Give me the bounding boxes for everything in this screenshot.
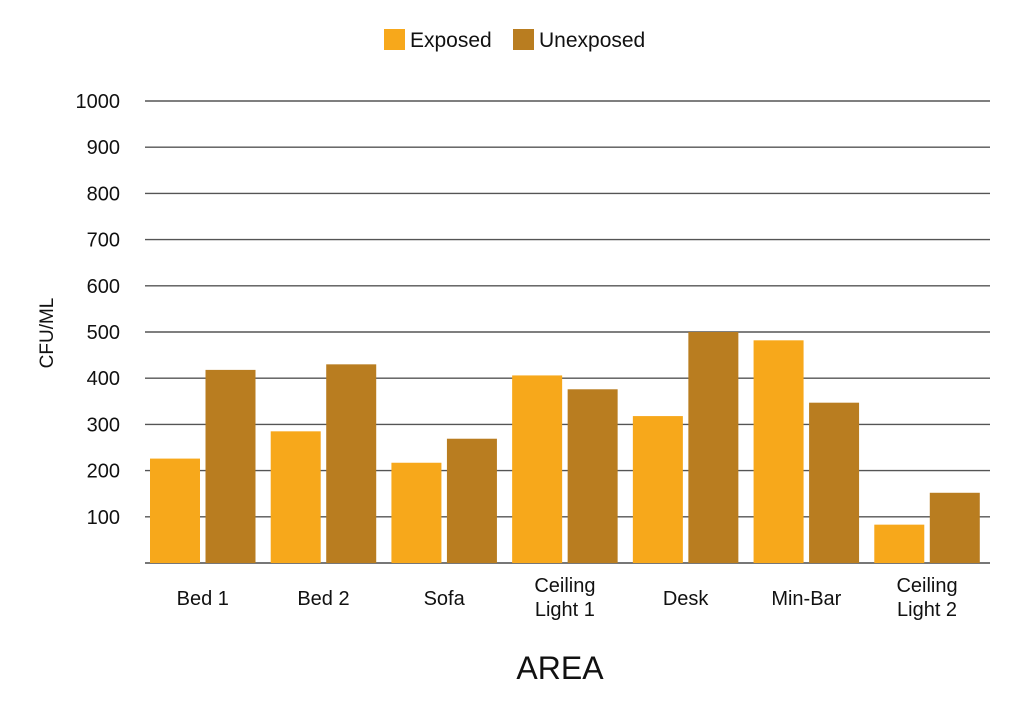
x-axis-labels: Bed 1 Bed 2 SofaCeilingLight 1 Desk Min-BarC… (177, 575, 958, 621)
legend-swatch-unexposed (513, 29, 534, 50)
bar-unexposed (688, 332, 739, 563)
bar-unexposed (929, 492, 980, 563)
legend-swatch-exposed (384, 29, 405, 50)
x-tick-label: Light 1 (535, 599, 595, 621)
bar-exposed (874, 524, 925, 563)
bar-exposed (632, 416, 683, 563)
bar-exposed (391, 462, 442, 563)
y-tick-label: 500 (87, 322, 120, 344)
bar-exposed (512, 375, 563, 563)
legend: Exposed Unexposed (384, 29, 645, 52)
x-tick-label: Ceiling (534, 575, 595, 597)
bar-exposed (270, 431, 321, 563)
y-tick-label: 200 (87, 461, 120, 483)
legend-label-unexposed: Unexposed (539, 29, 645, 52)
bar-chart: Exposed Unexposed 100 200 300 400 500 600 700 80… (37, 29, 990, 686)
bars (150, 332, 980, 563)
x-tick-label: Light 2 (897, 599, 957, 621)
y-tick-label: 700 (87, 230, 120, 252)
y-axis-ticks: 100 200 300 400 500 600 700 800 900 1000 (76, 91, 121, 529)
y-tick-label: 1000 (76, 91, 121, 113)
bar-unexposed (809, 402, 860, 563)
x-tick-label: Min-Bar (771, 588, 841, 610)
x-tick-label: Desk (663, 588, 710, 610)
y-tick-label: 100 (87, 507, 120, 529)
bar-unexposed (446, 438, 497, 563)
y-tick-label: 300 (87, 414, 120, 436)
y-tick-label: 400 (87, 368, 120, 390)
y-tick-label: 900 (87, 137, 120, 159)
y-tick-label: 800 (87, 183, 120, 205)
bar-unexposed (326, 364, 377, 563)
legend-label-exposed: Exposed (410, 29, 492, 52)
y-tick-label: 600 (87, 276, 120, 298)
bar-exposed (150, 458, 200, 563)
x-tick-label: Ceiling (896, 575, 957, 597)
bar-unexposed (205, 369, 256, 563)
bar-unexposed (567, 389, 618, 563)
bar-exposed (753, 340, 804, 563)
x-tick-label: Sofa (424, 588, 466, 610)
x-tick-label: Bed 2 (297, 588, 349, 610)
y-axis-title: CFU/ML (37, 298, 58, 369)
x-tick-label: Bed 1 (177, 588, 229, 610)
x-axis-title: AREA (516, 650, 604, 686)
